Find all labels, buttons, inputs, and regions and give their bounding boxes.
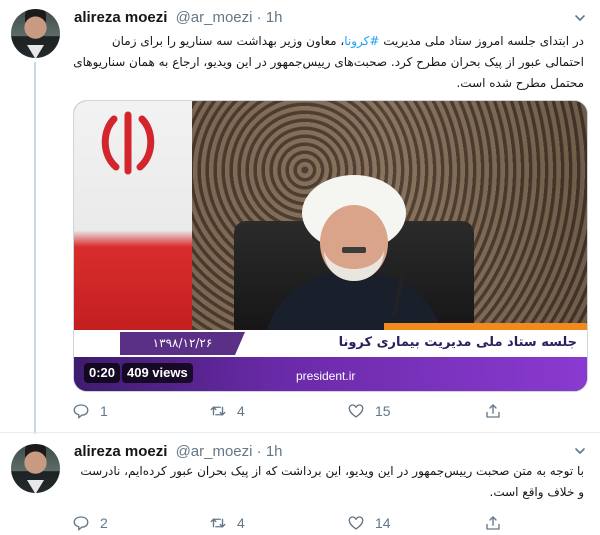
- author-handle[interactable]: @ar_moezi: [176, 9, 253, 26]
- share-icon: [486, 516, 500, 530]
- tweet-text: با توجه به متن صحبت رییس‌جمهور در این وی…: [80, 464, 584, 499]
- thread-connector: [34, 62, 36, 434]
- reply-button[interactable]: 2: [72, 512, 108, 534]
- hashtag-link[interactable]: #کرونا: [344, 34, 379, 48]
- retweet-icon: [210, 518, 226, 528]
- reply-button[interactable]: 1: [72, 400, 108, 422]
- tweet[interactable]: alireza moezi @ar_moezi · 1h با توجه به …: [0, 432, 600, 535]
- reply-icon: [73, 516, 89, 531]
- tweet-actions: 1 4 15: [72, 400, 512, 422]
- tweet-text: در ابتدای جلسه امروز ستاد ملی مدیریت #کر…: [72, 31, 584, 94]
- share-button[interactable]: [484, 512, 512, 534]
- tweet-actions: 2 4 14: [72, 512, 512, 534]
- flag-emblem: [101, 111, 155, 175]
- author-name[interactable]: alireza moezi: [74, 9, 167, 26]
- flag-image: [74, 101, 192, 336]
- tweet-timestamp[interactable]: 1h: [266, 9, 283, 26]
- like-count: 15: [375, 403, 391, 419]
- like-button[interactable]: 14: [347, 512, 391, 534]
- video-duration-badge: 0:20: [84, 363, 121, 383]
- like-icon: [348, 516, 364, 530]
- video-views-badge: 409 views: [122, 363, 193, 383]
- website-label: president.ir: [296, 369, 356, 383]
- avatar[interactable]: [11, 9, 60, 58]
- header-separator: ·: [256, 443, 262, 460]
- orange-accent: [384, 323, 587, 330]
- caption-date: ۱۳۹۸/۱۲/۲۶: [120, 332, 245, 355]
- author-handle[interactable]: @ar_moezi: [176, 443, 253, 460]
- author-name[interactable]: alireza moezi: [74, 443, 167, 460]
- avatar[interactable]: [11, 444, 60, 493]
- speaker-figure: [264, 175, 444, 341]
- tweet-header: alireza moezi @ar_moezi · 1h: [74, 9, 283, 26]
- like-button[interactable]: 15: [347, 400, 391, 422]
- retweet-button[interactable]: 4: [209, 400, 245, 422]
- tweet-text-part: در ابتدای جلسه امروز ستاد ملی مدیریت: [379, 34, 584, 48]
- caret-down-icon[interactable]: [574, 12, 586, 24]
- share-button[interactable]: [484, 400, 512, 422]
- reply-count: 1: [100, 403, 108, 419]
- retweet-icon: [210, 406, 226, 416]
- retweet-count: 4: [237, 515, 245, 531]
- tweet-header: alireza moezi @ar_moezi · 1h: [74, 443, 283, 460]
- tweet[interactable]: alireza moezi @ar_moezi · 1h در ابتدای ج…: [0, 0, 600, 434]
- like-icon: [348, 404, 364, 418]
- video-player[interactable]: جلسه ستاد ملی مدیریت بیماری کرونا ۱۳۹۸/۱…: [73, 100, 588, 392]
- reply-count: 2: [100, 515, 108, 531]
- like-count: 14: [375, 515, 391, 531]
- caret-down-icon[interactable]: [574, 445, 586, 457]
- retweet-button[interactable]: 4: [209, 512, 245, 534]
- caption-title: جلسه ستاد ملی مدیریت بیماری کرونا: [338, 335, 577, 350]
- reply-icon: [73, 404, 89, 419]
- retweet-count: 4: [237, 403, 245, 419]
- share-icon: [486, 404, 500, 418]
- header-separator: ·: [256, 9, 262, 26]
- tweet-timestamp[interactable]: 1h: [266, 443, 283, 460]
